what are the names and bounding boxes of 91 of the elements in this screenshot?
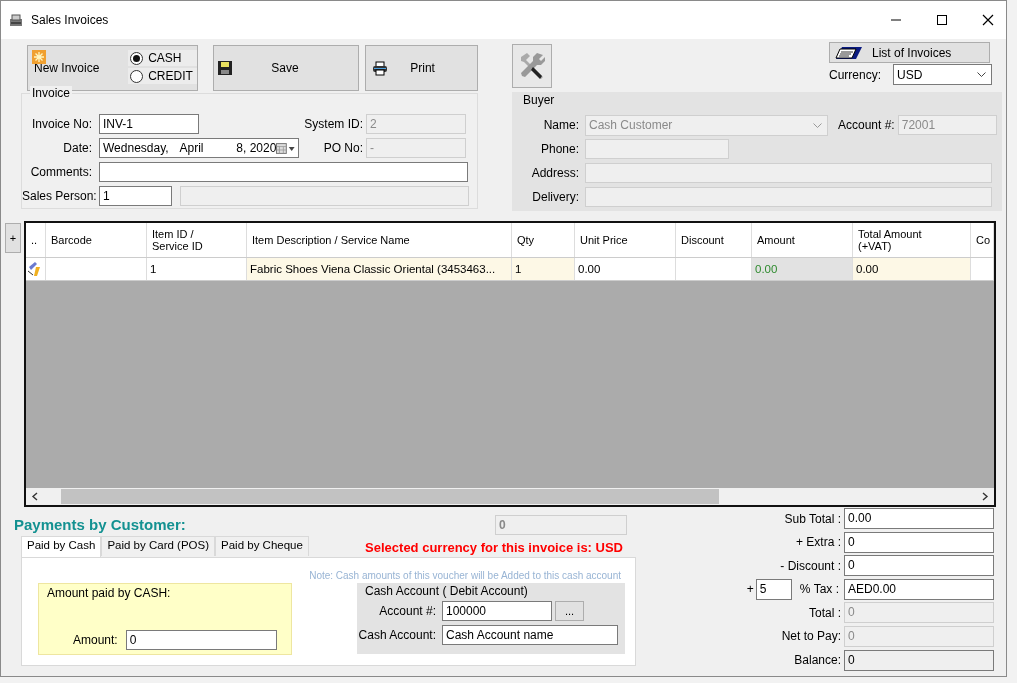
table-cell: 0.00 <box>578 263 601 275</box>
sparkle-icon <box>32 50 46 64</box>
column-header[interactable]: Item ID / Service ID <box>147 223 247 257</box>
total-label: Sub Total : <box>784 511 841 526</box>
total-label: Balance: <box>794 653 841 668</box>
cash-account-note: Note: Cash amounts of this voucher will be Added to this cash account <box>309 570 621 581</box>
column-header[interactable]: Item Description / Service Name <box>247 223 512 257</box>
field-label: Comments: <box>29 165 92 179</box>
table-cell: 0.00 <box>856 263 879 275</box>
chevron-down-icon <box>977 72 986 77</box>
table-cell: Fabric Shoes Viena Classic Oriental (3453463... <box>250 263 496 275</box>
field-label: Address: <box>530 166 579 180</box>
add-row-button[interactable]: + <box>5 223 21 253</box>
total-label: Net to Pay: <box>781 629 841 644</box>
chevron-left-icon[interactable] <box>31 492 39 501</box>
total-field[interactable]: AED0.00 <box>844 578 994 600</box>
total-field[interactable]: 0 <box>844 531 994 553</box>
total-field: 0 <box>844 649 994 671</box>
group-title: Buyer <box>521 93 557 107</box>
field-label: Invoice No: <box>30 117 92 131</box>
field-label: Name: <box>542 118 579 132</box>
comments-field[interactable] <box>99 162 468 182</box>
column-header[interactable]: Unit Price <box>575 223 676 257</box>
column-header[interactable]: Discount <box>676 223 752 257</box>
list-of-invoices-button[interactable]: List of Invoices <box>829 42 990 63</box>
total-label: Total : <box>809 605 841 620</box>
floppy-icon <box>217 61 232 75</box>
payment-type-radio[interactable]: CREDIT <box>128 68 197 84</box>
amount-field[interactable]: 0 <box>125 630 277 650</box>
printer-icon <box>372 60 389 76</box>
total-label: - Discount : <box>780 558 841 573</box>
table-cell: 1 <box>515 263 522 275</box>
payments-title: Payments by Customer: <box>14 516 186 533</box>
group-title: Cash Account ( Debit Account) <box>365 584 528 598</box>
account-number-field: 72001 <box>897 115 997 135</box>
payment-tab[interactable]: Paid by Cash <box>21 536 102 557</box>
total-field: 0 <box>844 602 994 624</box>
tax-prefix: + <box>746 582 754 597</box>
system-id-field: 2 <box>366 114 466 134</box>
paid-total-field: 0 <box>495 514 627 535</box>
total-label: % Tax : <box>799 582 839 597</box>
currency-label: Currency: <box>829 67 881 82</box>
group-title: Invoice <box>30 86 73 100</box>
chevron-right-icon[interactable] <box>981 492 989 501</box>
tax-rate-field[interactable]: 5 <box>755 578 792 600</box>
column-header[interactable]: Total Amount (+VAT) <box>853 223 971 257</box>
cash-account-name-field[interactable]: Cash Account name <box>442 625 618 645</box>
payment-tab[interactable]: Paid by Card (POS) <box>101 536 216 556</box>
document-stack-icon <box>834 45 864 60</box>
column-header[interactable]: .. <box>26 223 46 257</box>
date-picker[interactable]: Wednesday, April 8, 2020 <box>99 138 299 158</box>
field-label: PO No: <box>322 141 363 155</box>
calendar-icon <box>276 142 296 154</box>
total-label: + Extra : <box>795 535 841 550</box>
close-icon[interactable] <box>982 14 994 26</box>
browse-button[interactable]: ... <box>555 601 584 621</box>
account-number-field[interactable]: 100000 <box>442 601 552 621</box>
payment-tab[interactable]: Paid by Cheque <box>215 536 309 556</box>
field-label: Delivery: <box>531 190 579 204</box>
field-label: Account #: <box>838 118 895 132</box>
chevron-down-icon <box>813 122 822 128</box>
column-header[interactable]: Barcode <box>46 223 147 257</box>
scrollbar-thumb[interactable] <box>61 489 719 504</box>
invoice-number-field[interactable]: INV-1 <box>99 114 199 134</box>
group-title: Amount paid by CASH: <box>47 586 171 600</box>
field-label: System ID: <box>303 117 363 131</box>
column-header[interactable]: Qty <box>512 223 575 257</box>
column-header[interactable]: Amount <box>752 223 853 257</box>
app-icon <box>9 13 23 27</box>
total-field[interactable]: 0 <box>844 555 994 577</box>
tools-button[interactable] <box>512 44 552 88</box>
field-label: Cash Account: <box>357 628 436 642</box>
currency-notice: Selected currency for this invoice is: USD <box>365 540 623 557</box>
maximize-icon[interactable] <box>936 14 948 26</box>
field-label: Account #: <box>378 604 436 618</box>
table-cell: 0.00 <box>755 263 778 275</box>
currency-dropdown[interactable]: USD <box>893 64 992 85</box>
pencil-icon <box>27 261 43 277</box>
sales-person-field[interactable]: 1 <box>99 186 172 206</box>
table-cell: 1 <box>150 263 157 275</box>
field-label: Phone: <box>539 142 579 156</box>
save-button[interactable]: Save <box>212 45 360 91</box>
total-field: 0 <box>844 625 994 647</box>
field-label: Amount: <box>73 633 118 647</box>
po-number-field: - <box>366 138 466 158</box>
total-field[interactable]: 0.00 <box>844 508 994 529</box>
field-label: Date: <box>62 141 92 155</box>
payment-type-radio[interactable]: CASH <box>128 50 197 66</box>
window-title: Sales Invoices <box>31 13 109 27</box>
print-button[interactable]: Print <box>365 45 478 91</box>
column-header[interactable]: Co <box>971 223 994 257</box>
